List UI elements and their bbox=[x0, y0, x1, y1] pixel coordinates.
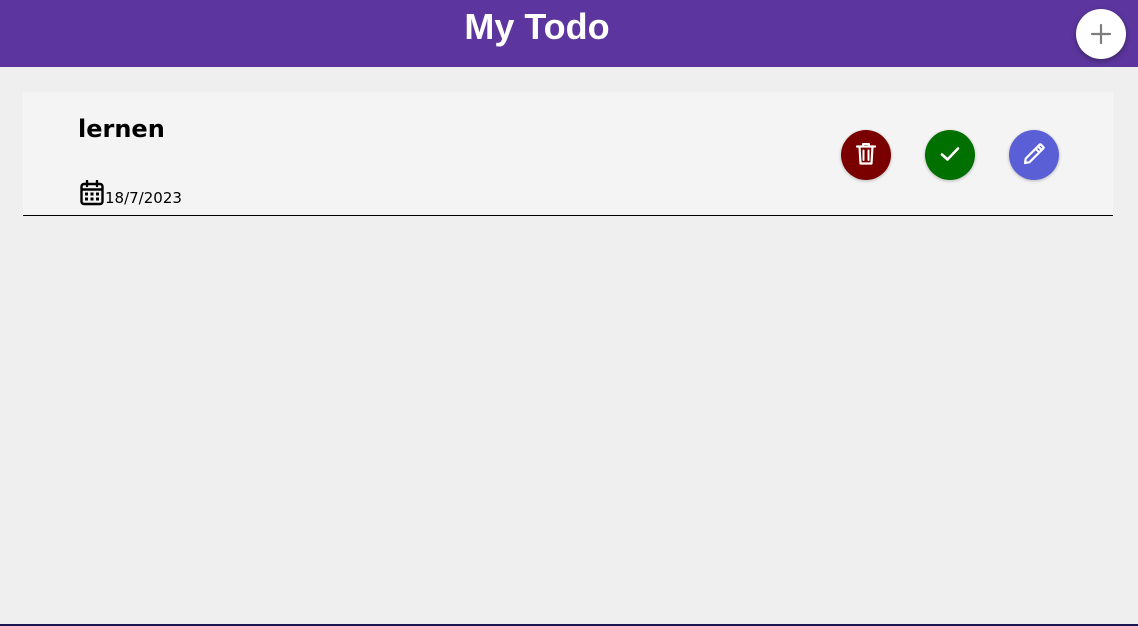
edit-button[interactable] bbox=[1009, 130, 1059, 180]
check-icon bbox=[939, 145, 961, 166]
todo-title: lernen bbox=[78, 115, 165, 143]
plus-icon bbox=[1090, 23, 1112, 45]
app-header: My Todo bbox=[0, 0, 1138, 67]
add-todo-button[interactable] bbox=[1076, 9, 1126, 59]
todo-date: 18/7/2023 bbox=[105, 189, 182, 207]
todo-date-row: 18/7/2023 bbox=[80, 178, 182, 206]
app-title: My Todo bbox=[464, 6, 610, 47]
calendar-icon bbox=[80, 180, 104, 206]
trash-icon bbox=[855, 142, 877, 169]
delete-button[interactable] bbox=[841, 130, 891, 180]
todo-item: lernen 18/7/2023 bbox=[23, 92, 1113, 216]
complete-button[interactable] bbox=[925, 130, 975, 180]
app-page: My Todo lernen 18/7/2023 bbox=[0, 0, 1138, 626]
pencil-icon bbox=[1022, 142, 1046, 169]
